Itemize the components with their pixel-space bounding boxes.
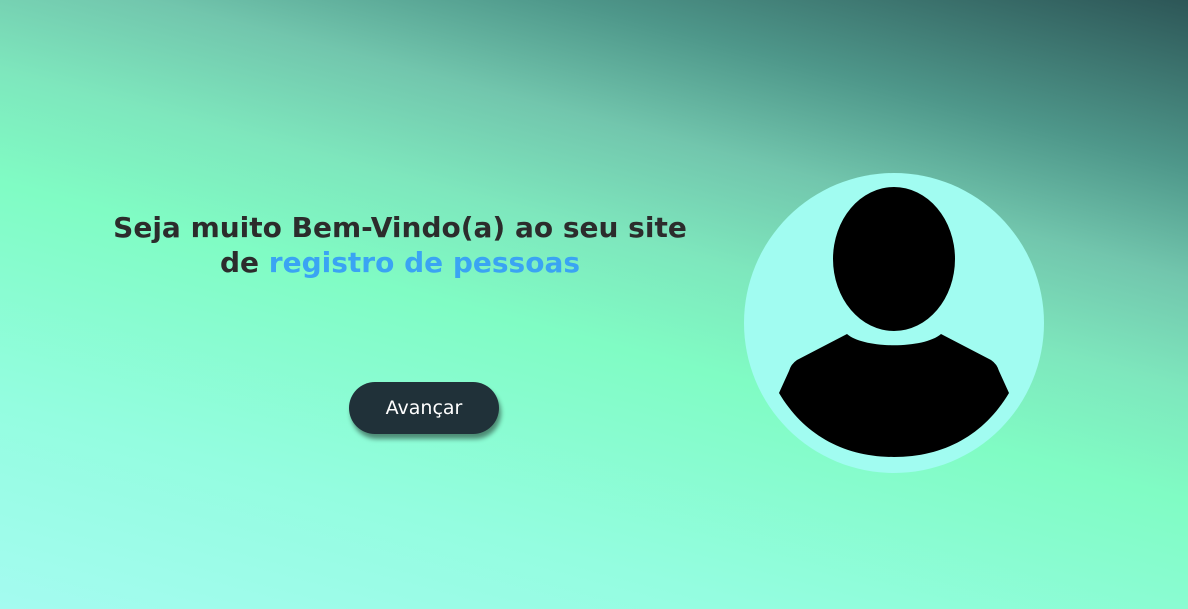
advance-button[interactable]: Avançar [349, 382, 499, 434]
welcome-connector: de [219, 246, 260, 279]
welcome-highlight: registro de pessoas [268, 246, 581, 279]
avatar [744, 173, 1044, 473]
welcome-heading: Seja muito Bem-Vindo(a) ao seu site de r… [60, 210, 740, 280]
user-silhouette-icon [744, 173, 1044, 473]
welcome-text: Seja muito Bem-Vindo(a) ao seu site [113, 211, 687, 244]
